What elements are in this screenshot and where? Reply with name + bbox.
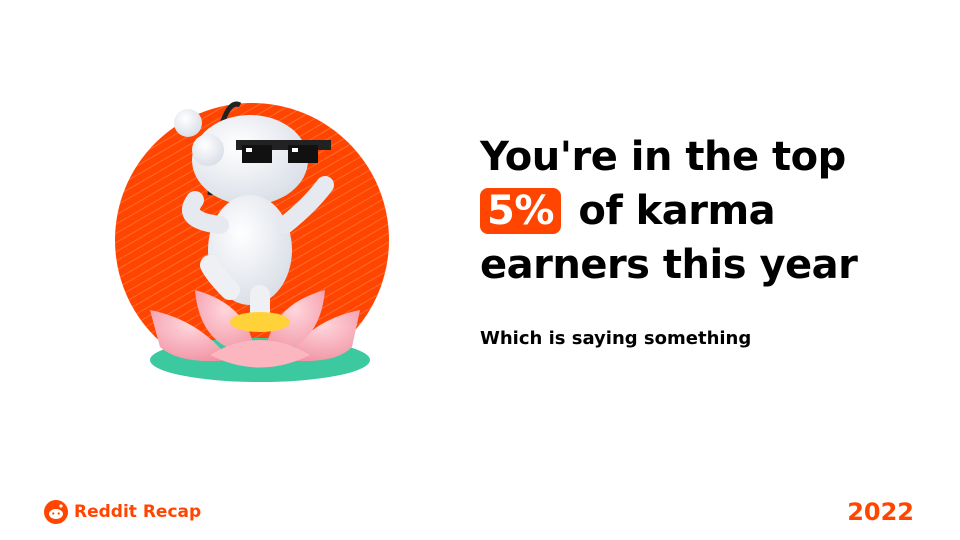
percentile-badge: 5% <box>480 188 561 234</box>
brand-label: Reddit Recap <box>74 502 202 522</box>
headline-line-3: earners this year <box>480 242 858 288</box>
reddit-snoo-icon <box>44 500 68 524</box>
recap-year: 2022 <box>847 498 914 526</box>
subtitle: Which is saying something <box>480 328 752 349</box>
reddit-recap-logo: Reddit Recap <box>44 500 201 524</box>
snoo-illustration <box>100 85 410 405</box>
headline-line-1: You're in the top <box>480 134 846 180</box>
headline-line-2: of karma <box>578 188 776 234</box>
headline: You're in the top 5% of karma earners th… <box>480 130 858 292</box>
